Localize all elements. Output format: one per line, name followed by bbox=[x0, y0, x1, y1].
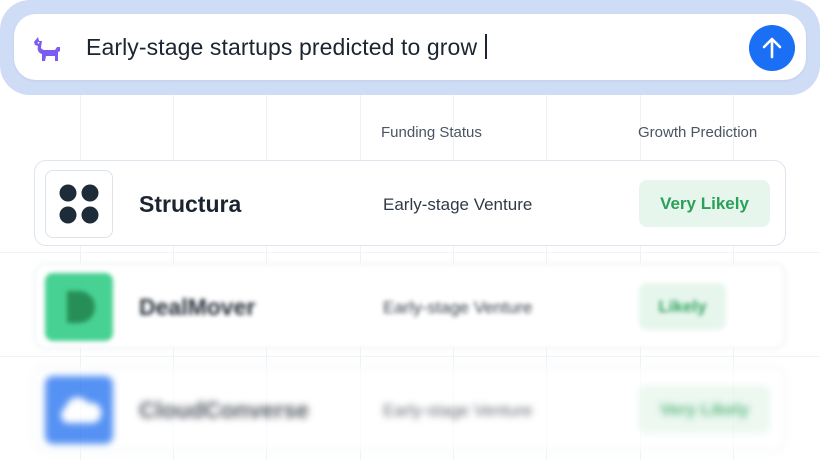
company-logo bbox=[45, 273, 113, 341]
four-dots-icon bbox=[59, 184, 99, 224]
funding-status: Early-stage Venture bbox=[383, 401, 533, 420]
table-row[interactable]: DealMover Early-stage Venture Likely bbox=[34, 263, 786, 349]
column-header-funding-status: Funding Status bbox=[381, 124, 482, 141]
table-row[interactable]: CloudConverse Early-stage Venture Very L… bbox=[34, 366, 786, 452]
arrow-up-icon bbox=[762, 37, 782, 59]
send-button[interactable] bbox=[749, 25, 795, 71]
growth-prediction-badge: Very Likely bbox=[639, 386, 770, 433]
company-name: DealMover bbox=[139, 294, 256, 320]
search-query: Early-stage startups predicted to grow bbox=[86, 34, 488, 61]
growth-prediction-badge: Likely bbox=[639, 283, 726, 330]
text-caret bbox=[485, 34, 488, 59]
company-name: Structura bbox=[139, 191, 242, 217]
dog-icon bbox=[34, 37, 60, 61]
search-bar: Early-stage startups predicted to grow bbox=[0, 0, 820, 95]
company-logo bbox=[45, 376, 113, 444]
column-header-growth-prediction: Growth Prediction bbox=[638, 124, 758, 141]
company-name: CloudConverse bbox=[139, 397, 309, 423]
search-query-text: Early-stage startups predicted to grow bbox=[86, 34, 478, 60]
table-row[interactable]: Structura Early-stage Venture Very Likel… bbox=[34, 160, 786, 246]
d-letter-icon bbox=[67, 291, 95, 323]
funding-status: Early-stage Venture bbox=[383, 195, 533, 214]
company-logo bbox=[45, 170, 113, 238]
cloud-icon bbox=[61, 397, 102, 423]
growth-prediction-badge: Very Likely bbox=[639, 180, 770, 227]
funding-status: Early-stage Venture bbox=[383, 298, 533, 317]
